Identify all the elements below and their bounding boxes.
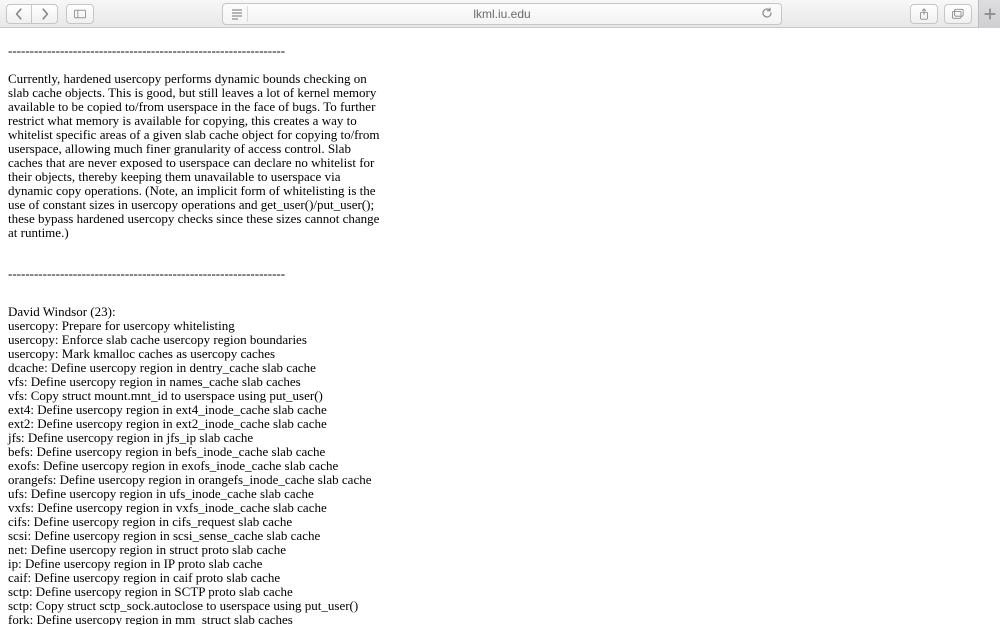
commit-line: orangefs: Define usercopy region in oran… (8, 473, 992, 487)
commit-line: vfs: Copy struct mount.mnt_id to userspa… (8, 389, 992, 403)
commit-line: usercopy: Enforce slab cache usercopy re… (8, 333, 992, 347)
forward-button[interactable] (32, 4, 58, 24)
ruler-bottom: ----------------------------------------… (8, 267, 992, 281)
author-block: David Windsor (23):usercopy: Prepare for… (8, 305, 992, 625)
commit-line: usercopy: Prepare for usercopy whitelist… (8, 319, 992, 333)
commit-line: befs: Define usercopy region in befs_ino… (8, 445, 992, 459)
new-tab-button[interactable] (978, 0, 1000, 28)
commit-line: dcache: Define usercopy region in dentry… (8, 361, 992, 375)
sidebar-toggle-button[interactable] (66, 4, 94, 24)
nav-button-group (6, 4, 58, 24)
toolbar-right-group (910, 4, 994, 24)
commit-line: ip: Define usercopy region in IP proto s… (8, 557, 992, 571)
reload-button[interactable] (761, 7, 775, 21)
plus-icon (984, 8, 996, 20)
reader-icon (231, 8, 243, 20)
share-button[interactable] (910, 4, 938, 24)
page-content: ----------------------------------------… (0, 28, 1000, 625)
commit-line: exofs: Define usercopy region in exofs_i… (8, 459, 992, 473)
commit-line: vxfs: Define usercopy region in vxfs_ino… (8, 501, 992, 515)
back-button[interactable] (6, 4, 32, 24)
commit-line: ext4: Define usercopy region in ext4_ino… (8, 403, 992, 417)
commit-line: jfs: Define usercopy region in jfs_ip sl… (8, 431, 992, 445)
commit-line: scsi: Define usercopy region in scsi_sen… (8, 529, 992, 543)
tabs-icon (952, 8, 964, 20)
commit-line: sctp: Copy struct sctp_sock.autoclose to… (8, 599, 992, 613)
show-tabs-button[interactable] (944, 4, 972, 24)
sidebar-icon (74, 8, 86, 20)
commit-line: cifs: Define usercopy region in cifs_req… (8, 515, 992, 529)
chevron-right-icon (39, 8, 51, 20)
author-header: David Windsor (23): (8, 305, 992, 319)
address-bar[interactable]: lkml.iu.edu (222, 3, 782, 25)
authors-section: David Windsor (23):usercopy: Prepare for… (8, 305, 992, 625)
commit-line: sctp: Define usercopy region in SCTP pro… (8, 585, 992, 599)
commit-line: caif: Define usercopy region in caif pro… (8, 571, 992, 585)
commit-line: ext2: Define usercopy region in ext2_ino… (8, 417, 992, 431)
reload-icon (761, 7, 773, 19)
commit-line: ufs: Define usercopy region in ufs_inode… (8, 487, 992, 501)
address-bar-text: lkml.iu.edu (473, 7, 530, 21)
ruler-top: ----------------------------------------… (8, 44, 992, 58)
share-icon (918, 8, 930, 20)
commit-line: usercopy: Mark kmalloc caches as usercop… (8, 347, 992, 361)
commit-line: fork: Define usercopy region in mm_struc… (8, 613, 992, 625)
summary-paragraph: Currently, hardened usercopy performs dy… (8, 72, 388, 240)
chevron-left-icon (13, 8, 25, 20)
reader-mode-button[interactable] (226, 6, 248, 22)
address-bar-container: lkml.iu.edu (222, 3, 782, 25)
commit-line: vfs: Define usercopy region in names_cac… (8, 375, 992, 389)
browser-toolbar: lkml.iu.edu (0, 0, 1000, 28)
commit-line: net: Define usercopy region in struct pr… (8, 543, 992, 557)
